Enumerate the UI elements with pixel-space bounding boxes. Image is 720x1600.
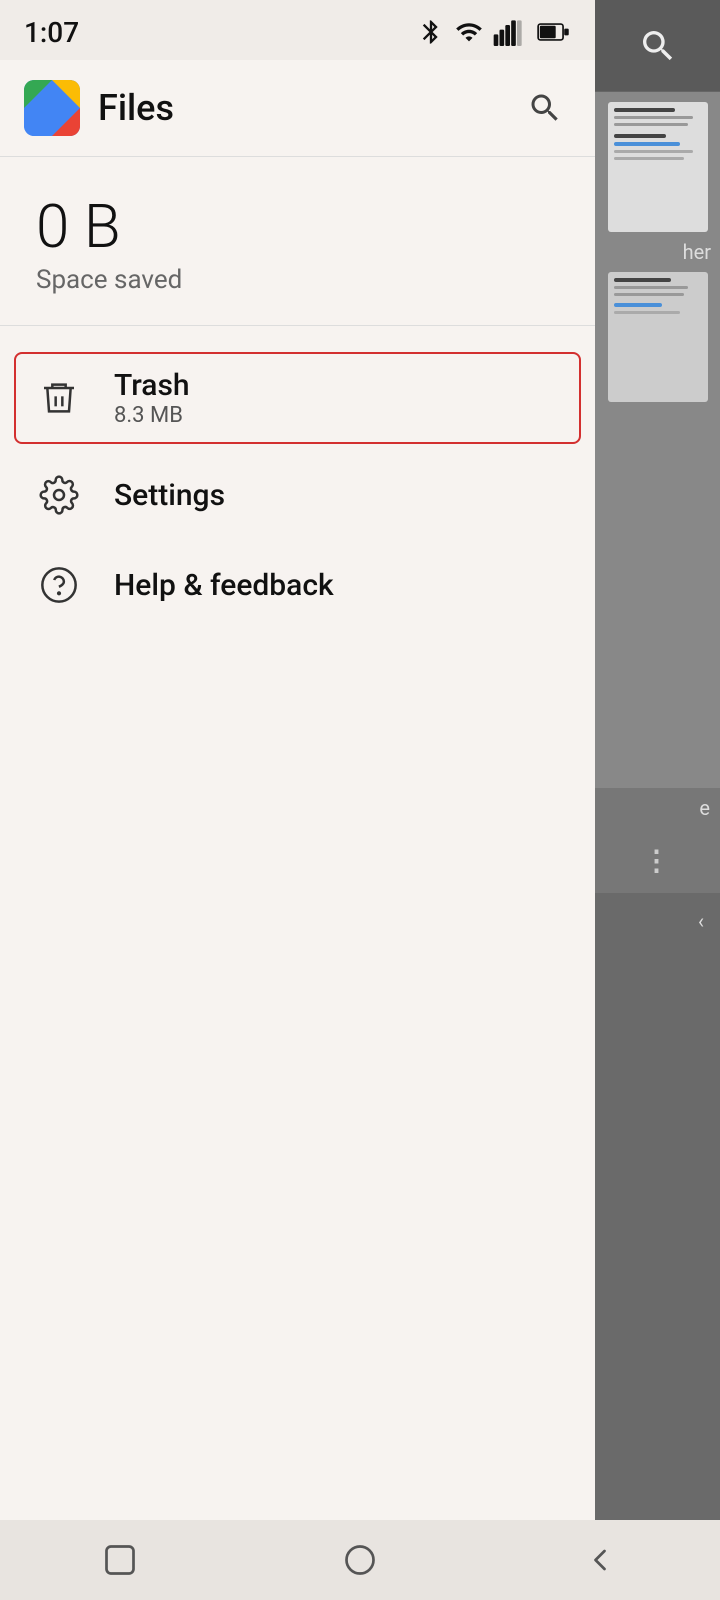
search-icon-right [638,26,678,66]
app-icon [24,80,80,136]
nav-square-icon [102,1542,138,1578]
nav-square-button[interactable] [80,1535,160,1585]
bluetooth-icon [417,18,445,46]
settings-svg [39,475,79,515]
drawer-header: Files [0,60,595,157]
search-button[interactable] [519,82,571,134]
right-panel-top [595,0,720,92]
navigation-drawer: 1:07 [0,0,595,1600]
status-bar: 1:07 [0,0,595,60]
search-icon [527,90,563,126]
right-panel-content: her [595,92,720,788]
help-text: Help & feedback [114,568,334,603]
signal-icon [493,18,527,46]
right-text-her: her [683,240,715,264]
doc-thumbnail-1 [608,102,708,232]
app-title-row: Files [24,80,174,136]
nav-back-icon [582,1542,618,1578]
nav-circle-icon [342,1542,378,1578]
right-text-e: e [595,788,720,828]
battery-icon [537,18,571,46]
right-panel-background: her e ⋮ ‹ Share [595,0,720,1600]
status-icons [417,18,571,46]
trash-title: Trash [114,368,190,403]
trash-subtitle: 8.3 MB [114,403,190,428]
trash-svg [39,378,79,418]
app-name: Files [98,87,174,129]
storage-label: Space saved [36,265,559,295]
menu-item-trash[interactable]: Trash 8.3 MB [0,346,595,450]
right-arrow: ‹ [698,909,704,933]
app-icon-svg [24,80,80,136]
storage-section: 0 B Space saved [0,157,595,326]
settings-text: Settings [114,478,225,513]
menu-items: Trash 8.3 MB Settings [0,326,595,1523]
help-icon [36,562,82,608]
storage-amount: 0 B [36,197,559,257]
wifi-icon [455,18,483,46]
menu-item-settings[interactable]: Settings [0,450,595,540]
status-time: 1:07 [24,16,79,49]
right-bottom: ‹ Share [595,893,720,1600]
help-title: Help & feedback [114,568,334,603]
settings-title: Settings [114,478,225,513]
navigation-bar [0,1520,720,1600]
settings-icon [36,472,82,518]
trash-icon [36,375,82,421]
doc-thumbnail-2 [608,272,708,402]
trash-text: Trash 8.3 MB [114,368,190,428]
menu-item-help[interactable]: Help & feedback [0,540,595,630]
nav-home-button[interactable] [320,1535,400,1585]
right-three-dots: ⋮ [595,828,720,893]
nav-back-button[interactable] [560,1535,640,1585]
help-svg [39,565,79,605]
